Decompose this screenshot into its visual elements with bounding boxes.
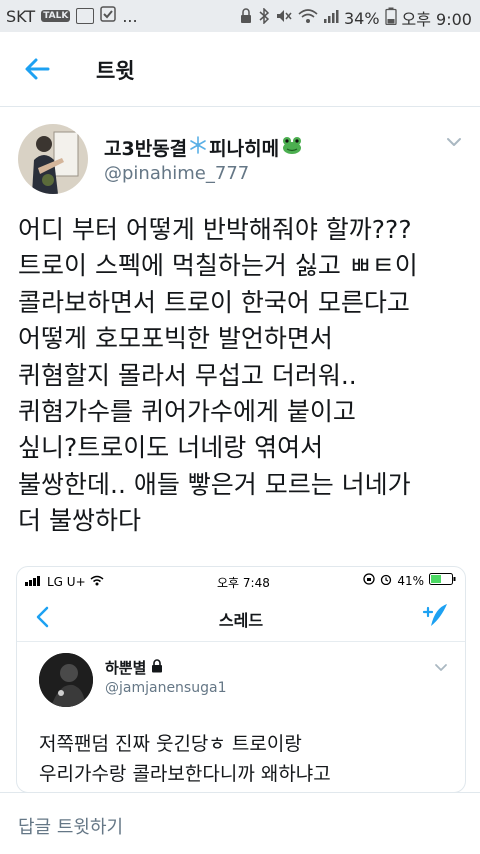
lock-icon [239,8,253,28]
reply-bar[interactable]: 답글 트윗하기 [0,792,480,854]
embedded-status-bar: LG U+ 오후 7:48 41% [17,567,465,593]
embedded-signal-icon [25,574,43,589]
author-name-suffix: 피나히메 [209,138,280,160]
wifi-icon [298,8,318,28]
embedded-clock: 오후 7:48 [217,576,270,590]
author-avatar[interactable] [18,124,88,194]
tweet-author-handle[interactable]: @pinahime_777 [104,163,249,184]
author-name-text: 고3반동결 [104,138,188,160]
app-header: 트윗 [0,32,480,107]
embedded-battery-icon [429,573,457,588]
embedded-alarm-icon [380,573,392,588]
status-right: 34% 오후 9:00 [239,6,472,30]
embedded-chevron-down-icon [433,659,449,675]
battery-icon [384,7,397,29]
tweet-attached-image[interactable]: LG U+ 오후 7:48 41% 스레드 하뿐별 @jamjanensuga1… [16,566,466,793]
snowflake-icon [189,136,207,159]
status-bar: SKT TALK ... 34% 오후 9:00 [0,0,480,32]
embedded-status-left: LG U+ [25,574,104,589]
embedded-author-name: 하뿐별 [105,657,163,678]
embedded-compose-icon [421,602,449,630]
mute-icon [275,8,293,28]
embedded-wifi-icon [90,575,104,589]
embedded-author-avatar [39,653,93,707]
tweet-author-name[interactable]: 고3반동결 피나히메 [104,134,303,161]
status-left: SKT TALK ... [6,6,138,26]
back-arrow-icon[interactable] [22,54,52,84]
embedded-nav-bar: 스레드 [17,593,465,642]
bluetooth-icon [258,7,270,28]
tweet-text: 어디 부터 어떻게 반박해줘야 할까??? 트로이 스펙에 먹칠하는거 싫고 ㅃ… [18,215,418,536]
battery-percent: 34% [343,8,380,28]
clock: 오후 9:00 [401,10,472,29]
embedded-status-right: 41% [363,573,457,588]
check-notification-icon [100,6,117,26]
page-title: 트윗 [96,59,135,83]
embedded-author-name-text: 하뿐별 [105,659,147,677]
chevron-down-icon[interactable] [444,132,464,152]
more-notifications-dots: ... [122,6,138,26]
embedded-title: 스레드 [218,611,264,630]
embedded-tweet-text: 저쪽팬덤 진짜 웃긴당ㅎ 트로이랑 우리가수랑 콜라보한다니까 왜하냐고 [39,733,331,785]
embedded-battery-percent: 41% [397,573,424,588]
protected-lock-icon [151,658,163,677]
embedded-author-handle: @jamjanensuga1 [105,680,227,696]
embedded-rotation-lock-icon [363,573,375,588]
kakaotalk-icon: TALK [41,10,71,22]
reply-input[interactable]: 답글 트윗하기 [18,813,123,839]
carrier-label: SKT [6,6,36,26]
frog-emoji-icon [281,135,303,160]
image-notification-icon [76,8,95,24]
embedded-carrier: LG U+ [47,574,86,589]
signal-icon [323,8,339,28]
